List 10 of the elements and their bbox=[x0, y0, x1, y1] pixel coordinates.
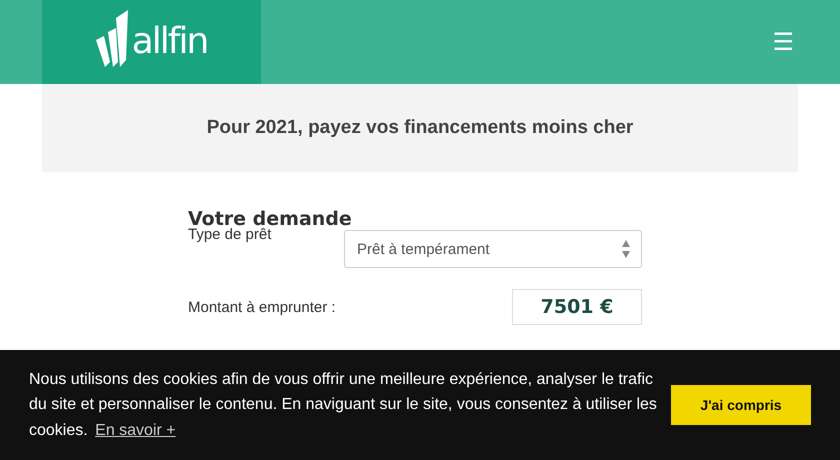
loan-type-label: Type de prêt bbox=[188, 226, 272, 243]
logo-icon bbox=[96, 10, 130, 68]
amount-label: Montant à emprunter : bbox=[188, 299, 336, 316]
learn-more-link[interactable]: En savoir + bbox=[95, 422, 176, 439]
loan-type-select[interactable]: Prêt à tempérament bbox=[344, 230, 642, 268]
amount-field[interactable]: 7501 € bbox=[512, 289, 642, 325]
accept-button[interactable]: J'ai compris bbox=[671, 385, 811, 425]
cookie-message: Nous utilisons des cookies afin de vous offrir une meilleure expérience, analyser le trafic du site et personnaliser le contenu. En naviguant sur le site, vous consentez à utiliser les cookies. En savoir + bbox=[29, 370, 658, 441]
promo-text: Pour 2021, payez vos financements moins cher bbox=[206, 117, 634, 139]
sort-icon bbox=[621, 239, 631, 259]
